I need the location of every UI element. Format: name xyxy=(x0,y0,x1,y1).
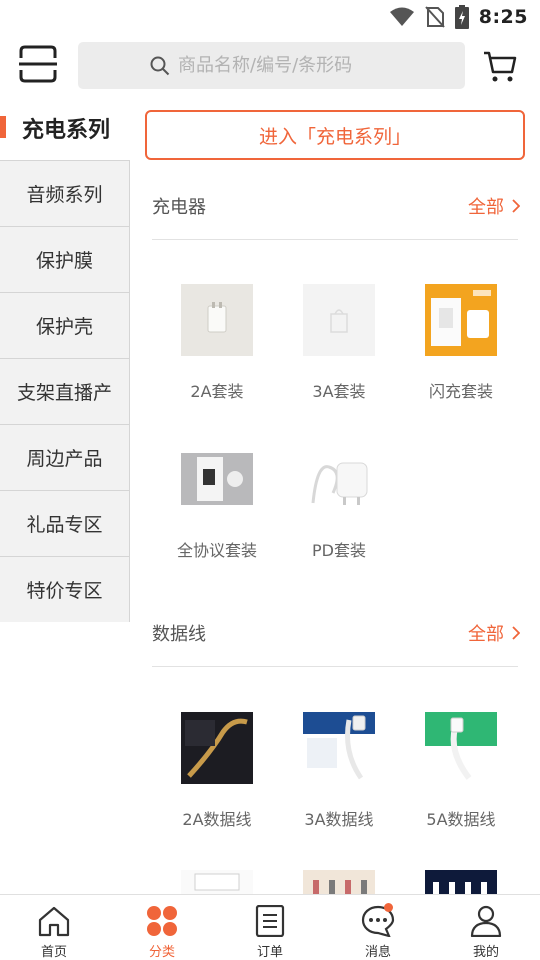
search-bar[interactable] xyxy=(78,42,465,89)
home-icon xyxy=(38,906,70,937)
section-header-cables: 数据线 全部 xyxy=(152,611,520,655)
product-card[interactable]: 闪充套装 xyxy=(400,284,522,402)
product-name: 3A数据线 xyxy=(304,810,374,829)
product-image-placeholder xyxy=(303,284,375,356)
wifi-icon xyxy=(389,7,414,26)
nav-label: 我的 xyxy=(472,945,499,960)
search-input[interactable] xyxy=(150,55,420,76)
nav-profile[interactable]: 我的 xyxy=(432,895,540,960)
product-name: 2A数据线 xyxy=(182,810,252,829)
product-name: PD套装 xyxy=(312,541,366,560)
product-name: 2A套装 xyxy=(190,382,244,401)
section-divider xyxy=(152,239,518,240)
sidebar-item-stand-live[interactable]: 支架直播产 xyxy=(0,358,130,424)
scan-icon xyxy=(19,45,57,83)
view-all-link[interactable]: 全部 xyxy=(468,193,520,219)
sidebar-item-label: 充电系列 xyxy=(22,118,111,143)
nav-label: 订单 xyxy=(256,945,283,960)
sidebar-item-specials[interactable]: 特价专区 xyxy=(0,556,130,622)
product-name: 5A数据线 xyxy=(426,810,496,829)
nav-home[interactable]: 首页 xyxy=(0,895,108,960)
product-card[interactable] xyxy=(278,870,400,894)
nav-orders[interactable]: 订单 xyxy=(216,895,324,960)
view-all-link[interactable]: 全部 xyxy=(468,620,520,646)
chevron-right-icon xyxy=(512,626,520,640)
header xyxy=(0,34,540,96)
profile-icon xyxy=(470,905,502,937)
view-all-label: 全部 xyxy=(468,624,504,645)
enter-category-button[interactable]: 进入「充电系列」 xyxy=(145,110,525,160)
active-indicator xyxy=(0,116,6,138)
section-header-chargers: 充电器 全部 xyxy=(152,184,520,228)
chevron-right-icon xyxy=(512,199,520,213)
section-title: 数据线 xyxy=(152,624,206,645)
status-bar: 8:25 xyxy=(0,0,540,34)
sidebar-item-phone-case[interactable]: 保护壳 xyxy=(0,292,130,358)
product-card[interactable]: 3A数据线 xyxy=(278,712,400,830)
sidebar-item-gifts[interactable]: 礼品专区 xyxy=(0,490,130,556)
status-icons: 8:25 xyxy=(389,4,528,30)
cart-button[interactable] xyxy=(482,50,518,84)
view-all-label: 全部 xyxy=(468,197,504,218)
sidebar-item-screen-protector[interactable]: 保护膜 xyxy=(0,226,130,292)
product-card[interactable]: PD套装 xyxy=(278,443,400,561)
category-sidebar: 充电系列 音频系列 保护膜 保护壳 支架直播产 周边产品 礼品专区 特价专区 xyxy=(0,96,130,622)
product-image xyxy=(425,870,497,894)
category-icon xyxy=(147,906,177,936)
product-card[interactable]: 2A套装 xyxy=(156,284,278,402)
section-divider xyxy=(152,666,518,667)
product-card[interactable] xyxy=(400,870,522,894)
nav-label: 消息 xyxy=(364,945,391,960)
product-image xyxy=(181,443,253,515)
search-icon xyxy=(150,56,170,76)
sidebar-item-audio[interactable]: 音频系列 xyxy=(0,160,130,226)
product-image xyxy=(181,870,253,894)
product-image xyxy=(303,870,375,894)
product-card[interactable]: 5A数据线 xyxy=(400,712,522,830)
battery-icon xyxy=(454,5,469,29)
nav-label: 分类 xyxy=(148,945,175,960)
notification-dot xyxy=(384,903,393,912)
product-image xyxy=(303,712,375,784)
sidebar-item-peripherals[interactable]: 周边产品 xyxy=(0,424,130,490)
nav-label: 首页 xyxy=(40,945,67,960)
product-image xyxy=(425,284,497,356)
sidebar-item-active[interactable]: 充电系列 xyxy=(0,96,130,160)
product-card[interactable]: 全协议套装 xyxy=(156,443,278,561)
product-image xyxy=(303,443,375,515)
product-image xyxy=(181,712,253,784)
section-title: 充电器 xyxy=(152,197,206,218)
cart-icon xyxy=(484,51,517,82)
status-time: 8:25 xyxy=(478,6,528,28)
product-name: 闪充套装 xyxy=(428,382,493,401)
product-image xyxy=(181,284,253,356)
no-sim-icon xyxy=(424,6,445,28)
nav-messages[interactable]: 消息 xyxy=(324,895,432,960)
product-name: 全协议套装 xyxy=(176,541,257,560)
nav-category[interactable]: 分类 xyxy=(108,895,216,960)
product-image xyxy=(425,712,497,784)
scan-button[interactable] xyxy=(16,42,60,86)
bottom-navigation: 首页 分类 订单 消息 我的 xyxy=(0,894,540,960)
order-icon xyxy=(255,905,285,937)
product-card[interactable] xyxy=(156,870,278,894)
product-name: 3A套装 xyxy=(312,382,366,401)
product-card[interactable]: 3A套装 xyxy=(278,284,400,402)
product-card[interactable]: 2A数据线 xyxy=(156,712,278,830)
